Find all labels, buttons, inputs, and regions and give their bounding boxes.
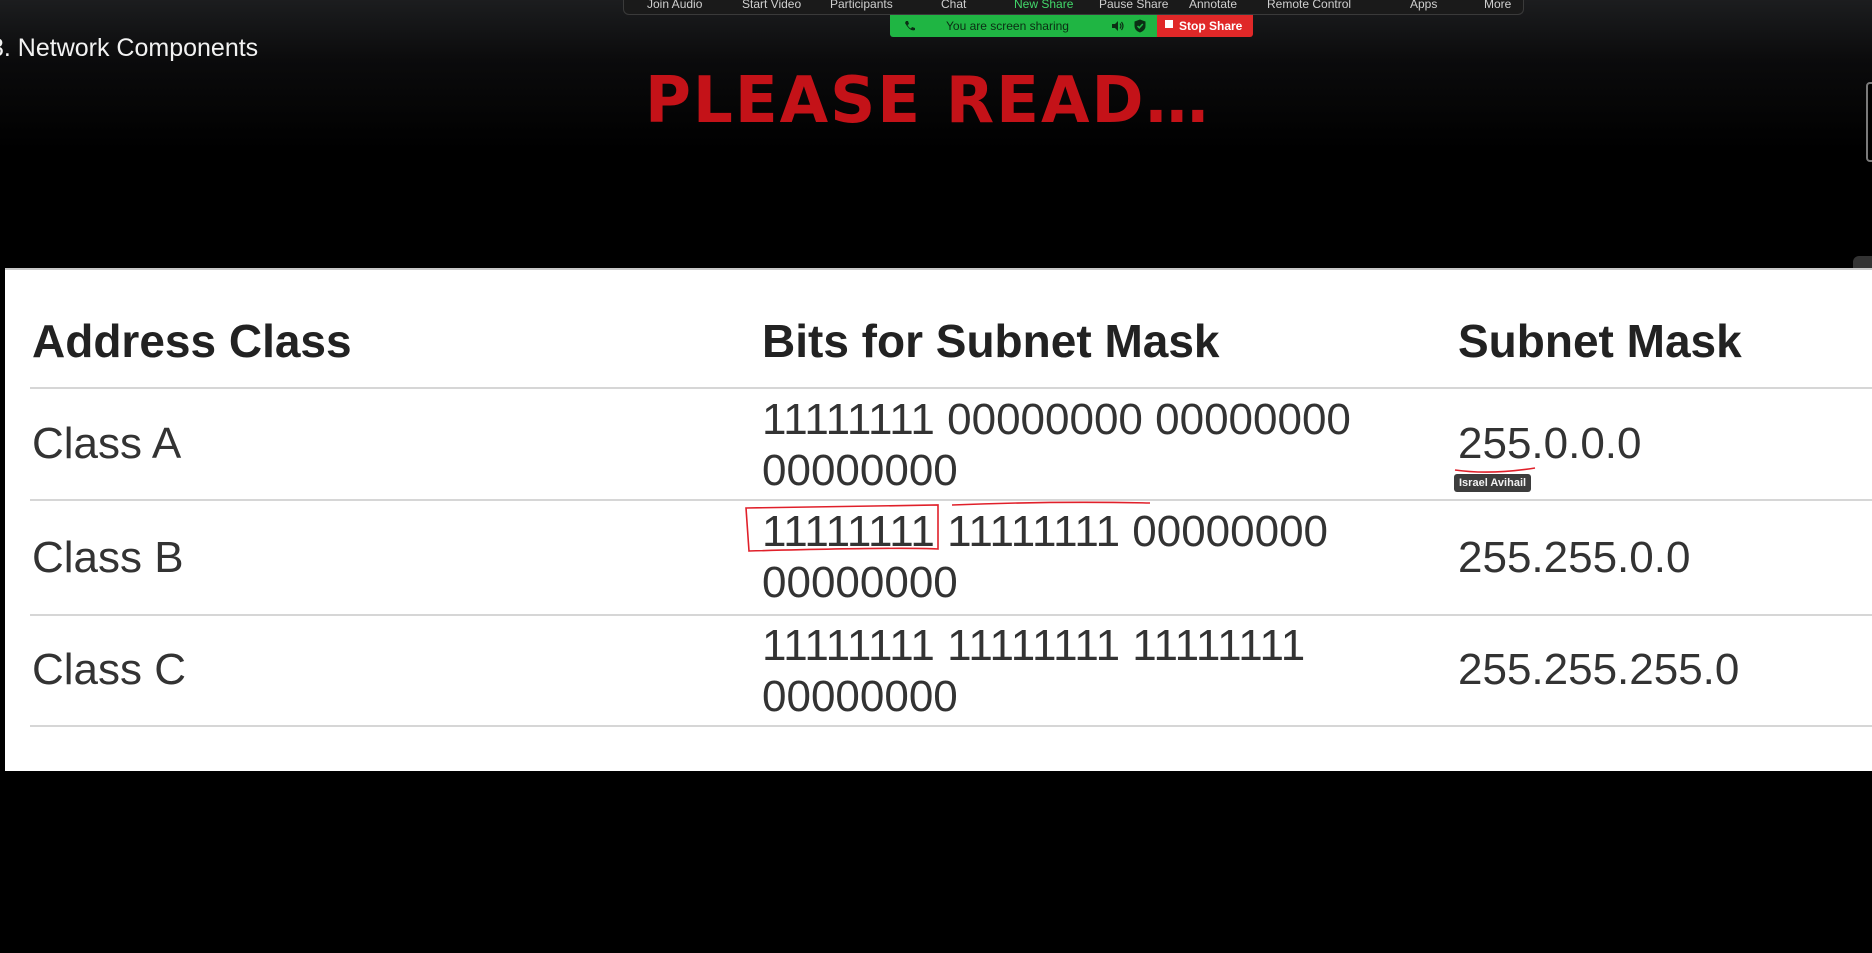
row-c-bits-line1: 11111111 11111111 11111111 bbox=[762, 621, 1306, 670]
header-bits-for-subnet-mask: Bits for Subnet Mask bbox=[762, 315, 1220, 367]
row-divider bbox=[30, 499, 1872, 501]
slide-title: 3. Network Components bbox=[0, 34, 259, 62]
row-divider bbox=[30, 387, 1872, 389]
row-a-bits-line1: 11111111 00000000 00000000 bbox=[762, 395, 1351, 444]
chat-button[interactable]: Chat bbox=[941, 0, 966, 11]
row-a-bits-line2: 00000000 bbox=[762, 446, 958, 495]
notice-heading: PLEASE READ… bbox=[645, 64, 1211, 138]
row-c-mask: 255.255.255.0 bbox=[1458, 645, 1740, 694]
screen-sharing-banner[interactable]: You are screen sharing bbox=[890, 15, 1157, 37]
row-a-class: Class A bbox=[32, 419, 182, 468]
stop-icon bbox=[1165, 20, 1173, 28]
row-divider bbox=[30, 725, 1872, 727]
shield-icon[interactable] bbox=[1134, 19, 1146, 33]
stop-share-label: Stop Share bbox=[1179, 19, 1243, 33]
more-button[interactable]: More bbox=[1484, 0, 1511, 11]
header-subnet-mask: Subnet Mask bbox=[1458, 315, 1742, 367]
speaker-icon[interactable] bbox=[1111, 20, 1125, 32]
row-divider bbox=[30, 614, 1872, 616]
side-panel-handle[interactable] bbox=[1866, 82, 1872, 162]
join-audio-button[interactable]: Join Audio bbox=[647, 0, 702, 11]
row-a-mask: 255.0.0.0 bbox=[1458, 419, 1642, 468]
annotate-button[interactable]: Annotate bbox=[1189, 0, 1237, 11]
row-b-bits-line1: 11111111 11111111 00000000 bbox=[762, 507, 1329, 556]
row-c-class: Class C bbox=[32, 645, 187, 694]
remote-control-button[interactable]: Remote Control bbox=[1267, 0, 1351, 11]
pause-share-button[interactable]: Pause Share bbox=[1099, 0, 1168, 11]
row-b-class: Class B bbox=[32, 533, 184, 582]
phone-icon bbox=[905, 21, 915, 31]
header-address-class: Address Class bbox=[32, 315, 352, 367]
annotator-name-tag: Israel Avihail bbox=[1454, 474, 1532, 492]
participants-button[interactable]: Participants bbox=[830, 0, 893, 11]
row-b-mask: 255.255.0.0 bbox=[1458, 533, 1691, 582]
apps-button[interactable]: Apps bbox=[1410, 0, 1437, 11]
row-c-bits-line2: 00000000 bbox=[762, 672, 958, 721]
shared-screen: Join Audio Start Video Participants Chat… bbox=[0, 0, 1872, 953]
meeting-toolbar: Join Audio Start Video Participants Chat… bbox=[623, 0, 1524, 15]
new-share-button[interactable]: New Share bbox=[1014, 0, 1073, 11]
start-video-button[interactable]: Start Video bbox=[742, 0, 801, 11]
row-b-bits-line2: 00000000 bbox=[762, 558, 958, 607]
stop-share-button[interactable]: Stop Share bbox=[1157, 15, 1253, 37]
subnet-mask-table: Address Class Bits for Subnet Mask Subne… bbox=[5, 268, 1872, 771]
sharing-status-text: You are screen sharing bbox=[946, 19, 1069, 33]
